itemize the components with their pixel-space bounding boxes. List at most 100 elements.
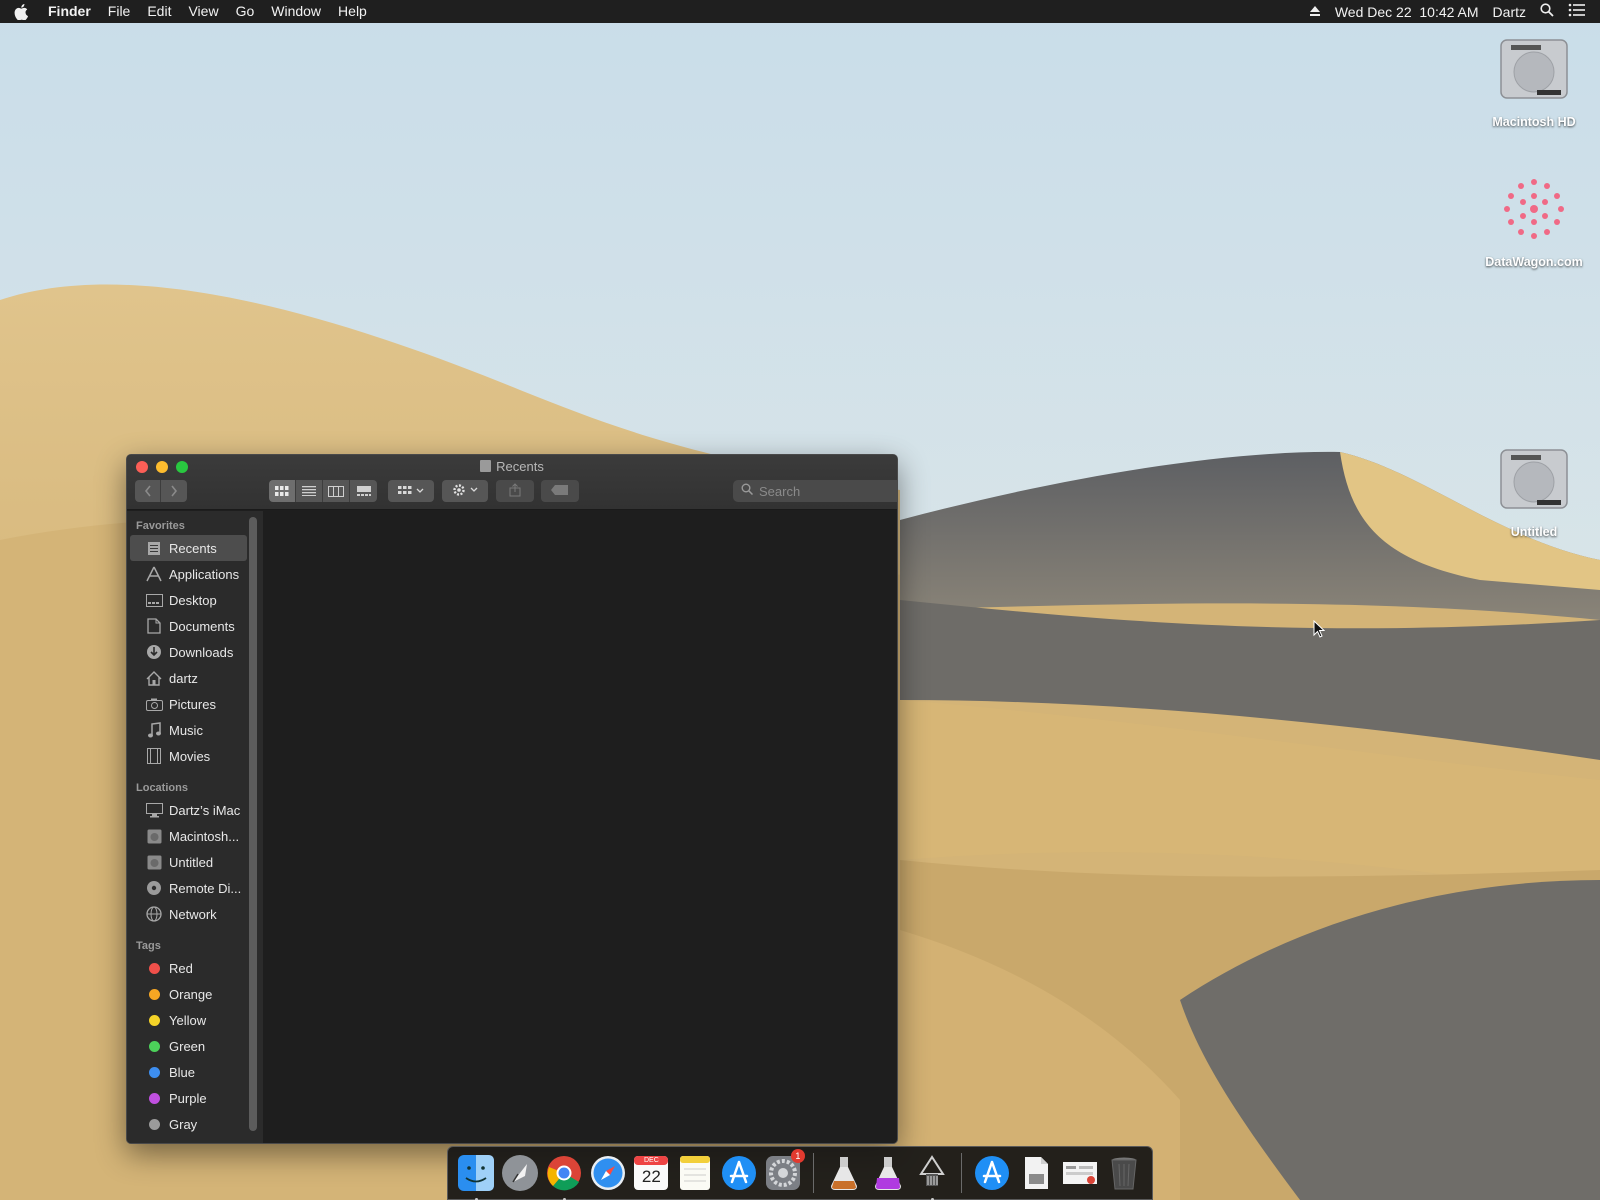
sidebar-item-imac[interactable]: Dartz’s iMac [127, 797, 247, 823]
sidebar-item-label: Documents [169, 618, 235, 634]
sidebar-item-desktop[interactable]: Desktop [127, 587, 247, 613]
sidebar-tag-green[interactable]: Green [127, 1033, 247, 1059]
sidebar-item-remote-disc[interactable]: Remote Di... [127, 875, 247, 901]
sidebar-item-pictures[interactable]: Pictures [127, 691, 247, 717]
window-title: Recents [127, 459, 897, 474]
trash-icon[interactable] [1104, 1153, 1144, 1193]
finder-icon[interactable] [456, 1153, 496, 1200]
desktop-icon [145, 592, 163, 608]
sidebar-item-downloads[interactable]: Downloads [127, 639, 247, 665]
sidebar-item-macintosh[interactable]: Macintosh... [127, 823, 247, 849]
menu-edit[interactable]: Edit [147, 0, 171, 23]
menu-view[interactable]: View [188, 0, 218, 23]
tags-button[interactable] [541, 480, 579, 502]
list-view-button[interactable] [296, 480, 323, 502]
apple-menu-icon[interactable] [14, 3, 30, 21]
applications-icon [145, 566, 163, 582]
finder-content-area[interactable] [264, 511, 897, 1143]
hard-drive-icon [1474, 442, 1594, 519]
app-store-folder-icon[interactable] [972, 1153, 1012, 1193]
installer-purple-flask-icon[interactable] [868, 1153, 908, 1193]
sidebar-item-music[interactable]: Music [127, 717, 247, 743]
disk-icon [145, 854, 163, 870]
menu-file[interactable]: File [108, 0, 131, 23]
sidebar-item-label: Network [169, 906, 217, 922]
group-by-button[interactable] [388, 480, 434, 502]
sidebar-item-network[interactable]: Network [127, 901, 247, 927]
tag-color-dot [145, 960, 163, 976]
nav-buttons [135, 480, 187, 502]
desktop-icon-macintosh-hd[interactable]: Macintosh HD [1474, 32, 1594, 129]
dock-separator [961, 1153, 963, 1193]
share-button[interactable] [496, 480, 534, 502]
desktop-icon-label: Untitled [1510, 525, 1558, 539]
desktop-icon-datawagon[interactable]: DataWagon.com [1474, 172, 1594, 269]
menu-window[interactable]: Window [271, 0, 321, 23]
menu-go[interactable]: Go [236, 0, 255, 23]
document-file-icon[interactable] [1016, 1153, 1056, 1193]
search-field[interactable] [733, 480, 897, 502]
installer-flask-icon[interactable] [824, 1153, 864, 1193]
system-preferences-icon[interactable]: 1 [763, 1149, 805, 1193]
sidebar-scrollbar[interactable] [249, 517, 257, 1131]
app-store-icon[interactable] [719, 1153, 759, 1193]
back-button[interactable] [135, 480, 162, 502]
menu-user[interactable]: Dartz [1493, 4, 1526, 20]
sidebar-tag-orange[interactable]: Orange [127, 981, 247, 1007]
menu-bar: Finder File Edit View Go Window Help Wed… [0, 0, 1600, 23]
screenshot-file-icon[interactable] [1060, 1153, 1100, 1193]
network-globe-icon [145, 906, 163, 922]
yellow-dot-icon [148, 1014, 160, 1026]
finder-window: Recents Search Favorites Recents Applica… [126, 454, 898, 1144]
documents-icon [145, 618, 163, 634]
calendar-icon[interactable]: DEC 22 [631, 1153, 671, 1193]
sidebar-item-label: Recents [169, 540, 217, 556]
notes-icon[interactable] [675, 1153, 715, 1193]
sidebar-item-documents[interactable]: Documents [127, 613, 247, 639]
safari-icon[interactable] [588, 1153, 628, 1193]
sidebar-item-label: Untitled [169, 854, 214, 870]
sidebar-item-label: Desktop [169, 592, 217, 608]
blue-dot-icon [148, 1066, 160, 1078]
sidebar-item-label: Gray [169, 1116, 198, 1132]
desktop-icon-untitled[interactable]: Untitled [1474, 442, 1594, 539]
action-gear-button[interactable] [442, 480, 488, 502]
sidebar-tag-blue[interactable]: Blue [127, 1059, 247, 1085]
orange-dot-icon [148, 988, 160, 1000]
spotlight-search-icon[interactable] [1540, 3, 1554, 20]
tag-color-dot [145, 1090, 163, 1106]
sidebar-item-dartz[interactable]: dartz [127, 665, 247, 691]
column-view-button[interactable] [323, 480, 350, 502]
menu-clock[interactable]: Wed Dec 22 10:42 AM [1335, 4, 1479, 20]
film-icon [145, 748, 163, 764]
menu-app-name[interactable]: Finder [48, 0, 91, 23]
sidebar-item-untitled[interactable]: Untitled [127, 849, 247, 875]
menu-help[interactable]: Help [338, 0, 367, 23]
sidebar-item-recents[interactable]: Recents [130, 535, 247, 561]
notification-center-icon[interactable] [1568, 3, 1586, 20]
gallery-view-button[interactable] [350, 480, 377, 502]
sidebar-item-label: Macintosh... [169, 828, 240, 844]
sidebar-section-tags: Tags [136, 940, 161, 952]
optical-disc-icon [145, 880, 163, 896]
sidebar-item-label: Remote Di... [169, 880, 242, 896]
sidebar-tag-gray[interactable]: Gray [127, 1111, 247, 1137]
sidebar-tag-red[interactable]: Red [127, 955, 247, 981]
network-utility-icon[interactable] [912, 1153, 952, 1200]
icon-view-button[interactable] [269, 480, 296, 502]
calendar-day: 22 [641, 1167, 661, 1186]
sidebar-item-movies[interactable]: Movies [127, 743, 247, 769]
chrome-icon[interactable] [544, 1153, 584, 1200]
sidebar-item-applications[interactable]: Applications [127, 561, 247, 587]
eject-icon[interactable] [1309, 4, 1321, 20]
sidebar-tag-yellow[interactable]: Yellow [127, 1007, 247, 1033]
sidebar-tag-purple[interactable]: Purple [127, 1085, 247, 1111]
gear-icon [452, 483, 478, 500]
search-input[interactable] [759, 483, 897, 499]
forward-button[interactable] [161, 480, 187, 502]
finder-titlebar[interactable]: Recents [127, 455, 897, 510]
tag-color-dot [145, 986, 163, 1002]
finder-toolbar [135, 480, 897, 503]
launchpad-icon[interactable] [500, 1153, 540, 1193]
search-icon [741, 482, 754, 500]
